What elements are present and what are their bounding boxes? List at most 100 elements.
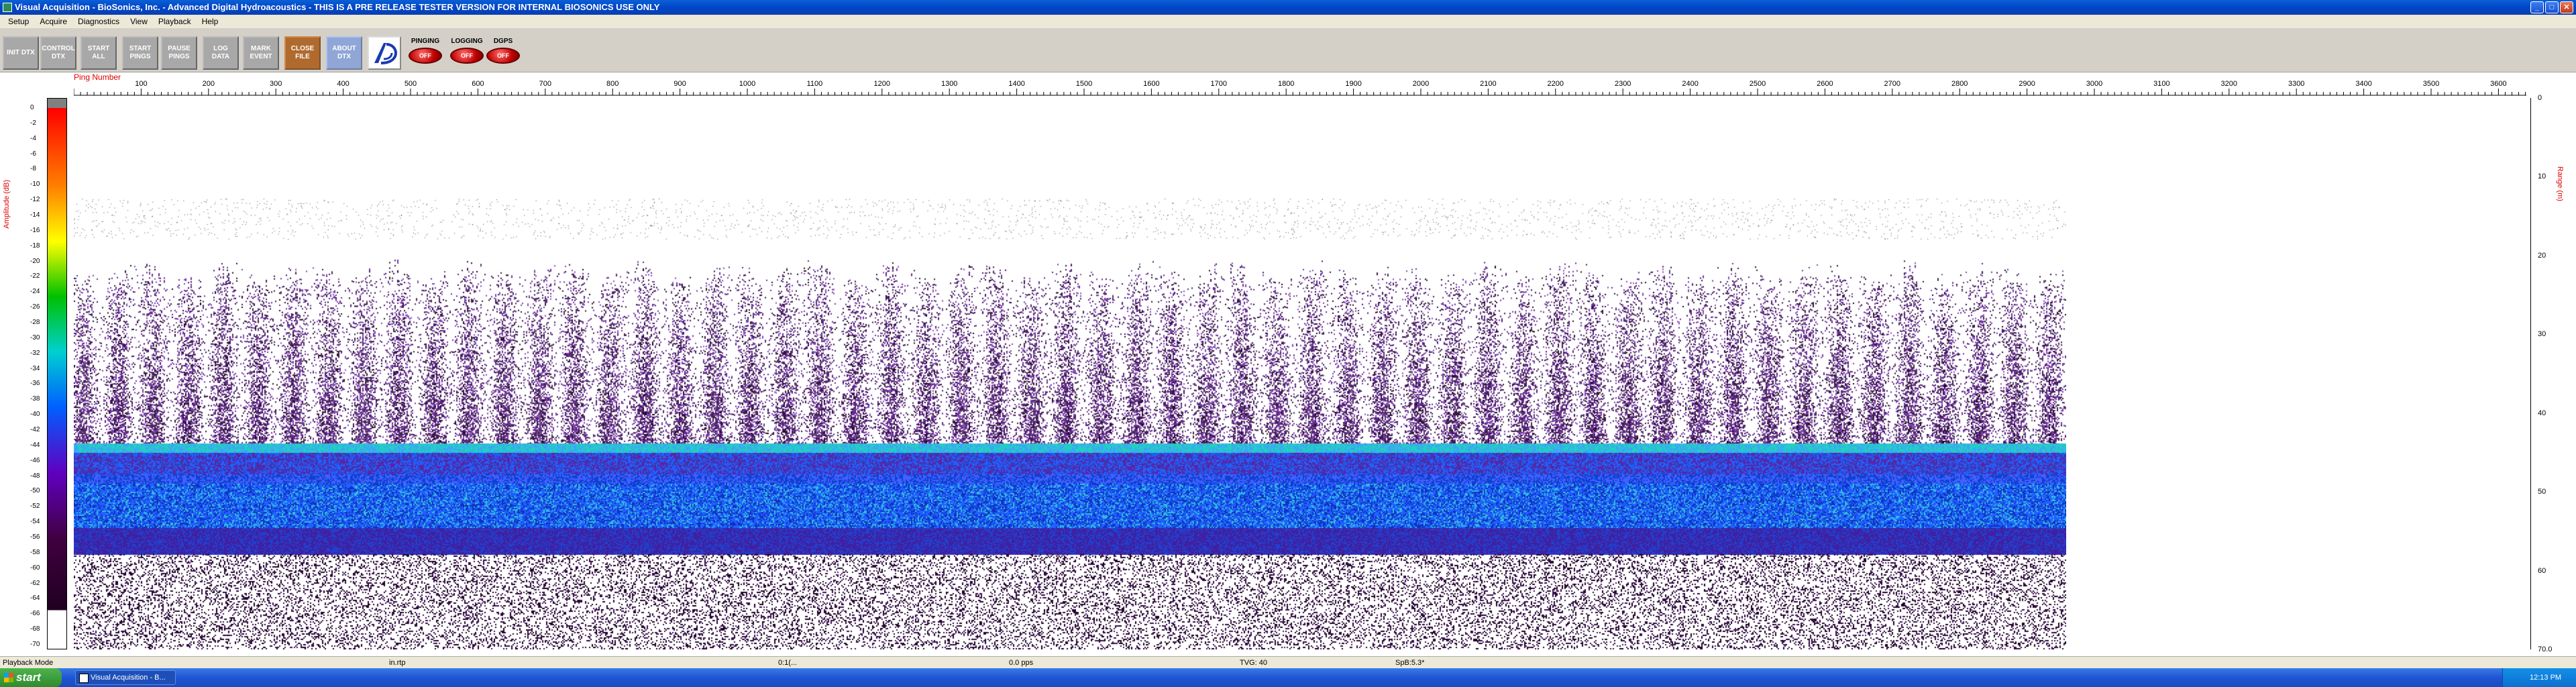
menu-setup[interactable]: Setup [3,15,34,28]
range-axis-label: Range (m) [2556,166,2564,201]
colorbar-tick-label: -2 [30,119,36,127]
ping-tick-label: 1200 [874,80,890,88]
ping-tick-label: 3300 [2288,80,2304,88]
echogram-panel: Ping Number 100 200 300 400 500 600 700 800 900 1… [0,72,2576,656]
colorbar-tick-label: -4 [30,134,36,142]
maximize-button[interactable]: □ [2545,1,2559,13]
pinging-indicator: PINGING OFF [405,36,445,70]
clock: 12:13 PM [2530,674,2562,682]
status-spb: SpB:5.3* [1395,659,1425,667]
menu-bar: Setup Acquire Diagnostics View Playback … [0,15,2576,28]
colorbar-tick-label: -32 [30,349,40,357]
pause-pings-button[interactable]: PAUSE PINGS [161,36,197,70]
colorbar-tick-label: -36 [30,380,40,388]
ping-tick-label: 1100 [807,80,823,88]
ping-tick-label: 300 [270,80,282,88]
ping-tick-label: 1500 [1076,80,1092,88]
colorbar-tick-label: -62 [30,579,40,587]
ping-tick-label: 2200 [1548,80,1564,88]
taskbar-item-visual-acquisition[interactable]: Visual Acquisition - B... [75,670,176,685]
ping-tick-label: 3400 [2355,80,2371,88]
colorbar-tick-label: -18 [30,242,40,250]
colorbar-tick-label: -56 [30,533,40,541]
range-tick-label: 70.0 [2538,645,2553,653]
app-icon [3,3,12,12]
ping-tick-label: 1400 [1008,80,1024,88]
dgps-led: OFF [486,48,520,64]
echogram-display[interactable] [74,98,2066,649]
ping-tick-label: 1800 [1278,80,1294,88]
colorbar-tick-label: -30 [30,333,40,341]
dgps-indicator: DGPS OFF [483,36,523,70]
colorbar-tick-label: -34 [30,364,40,372]
colorbar-tick-label: -48 [30,472,40,480]
colorbar-tick-label: -60 [30,564,40,572]
ping-tick-label: 1300 [941,80,957,88]
colorbar-tick-label: -40 [30,411,40,419]
start-all-button[interactable]: START ALL [80,36,117,70]
dgps-label: DGPS [493,38,513,45]
close-file-button[interactable]: CLOSE FILE [284,36,321,70]
range-tick-label: 20 [2538,251,2546,260]
init-dtx-button[interactable]: INIT DTX [3,36,39,70]
ping-tick-label: 2100 [1480,80,1496,88]
menu-acquire[interactable]: Acquire [34,15,72,28]
colorbar-tick-label: -42 [30,426,40,433]
colorbar-tick-label: -22 [30,272,40,280]
amplitude-axis-label: Amplitude (dB) [3,180,11,229]
ping-tick-label: 3600 [2490,80,2506,88]
colorbar-tick-label: -66 [30,610,40,618]
colorbar-tick-label: -38 [30,395,40,403]
close-button[interactable]: ✕ [2560,1,2573,13]
mark-event-button[interactable]: MARK EVENT [243,36,279,70]
ping-tick-label: 900 [674,80,686,88]
ping-tick-label: 100 [135,80,147,88]
range-tick-label: 50 [2538,488,2546,496]
ping-tick-label: 2900 [2019,80,2035,88]
status-pings: 0.0 pps [1009,659,1034,667]
pinging-label: PINGING [411,38,440,45]
start-pings-button[interactable]: START PINGS [122,36,158,70]
colorbar-tick-label: -54 [30,518,40,526]
ping-tick-label: 1600 [1143,80,1159,88]
about-dtx-button[interactable]: ABOUT DTX [326,36,362,70]
ping-tick-label: 400 [337,80,349,88]
ping-tick-label: 3500 [2423,80,2439,88]
colorbar-tick-label: -6 [30,150,36,158]
log-data-button[interactable]: LOG DATA [203,36,239,70]
range-tick-label: 40 [2538,409,2546,417]
pinging-led: OFF [409,48,442,64]
start-button[interactable]: start [0,668,62,687]
ping-axis: 100 200 300 400 500 600 700 800 900 1000 1100 1200 1… [74,80,2526,96]
system-tray: 12:13 PM [2502,668,2576,687]
ping-tick-label: 500 [405,80,417,88]
amplitude-colorbar: 0 -2 -4 -6 -8 -10 -12 -14 -16 -18 -20 -22 -24 -26 -28 -… [30,98,67,649]
status-tvg: TVG: 40 [1240,659,1267,667]
menu-playback[interactable]: Playback [153,15,197,28]
ping-tick-label: 2000 [1413,80,1429,88]
ping-tick-label: 700 [539,80,551,88]
ping-tick-label: 2400 [1682,80,1698,88]
colorbar-tick-label: -46 [30,456,40,464]
toolbar: INIT DTX CONTROL DTX START ALL START PIN… [0,28,2576,72]
ping-tick-label: 1700 [1211,80,1227,88]
title-bar: Visual Acquisition - BioSonics, Inc. - A… [0,0,2576,15]
colorbar-tick-label: -26 [30,303,40,311]
colorbar-tick-label: -16 [30,226,40,234]
ping-tick-label: 3200 [2221,80,2237,88]
colorbar-tick-label: -12 [30,196,40,204]
menu-help[interactable]: Help [197,15,224,28]
ping-tick-label: 2500 [1750,80,1766,88]
menu-view[interactable]: View [125,15,153,28]
ping-tick-label: 2600 [1817,80,1833,88]
minimize-button[interactable]: _ [2530,1,2544,13]
logging-led: OFF [450,48,484,64]
colorbar-tick-label: -14 [30,211,40,219]
logging-label: LOGGING [451,38,483,45]
ping-tick-label: 3100 [2153,80,2169,88]
menu-diagnostics[interactable]: Diagnostics [72,15,125,28]
colorbar-tick-label: -44 [30,441,40,449]
control-dtx-button[interactable]: CONTROL DTX [40,36,76,70]
ping-tick-label: 2800 [1951,80,1968,88]
colorbar-tick-label: 0 [30,104,34,111]
